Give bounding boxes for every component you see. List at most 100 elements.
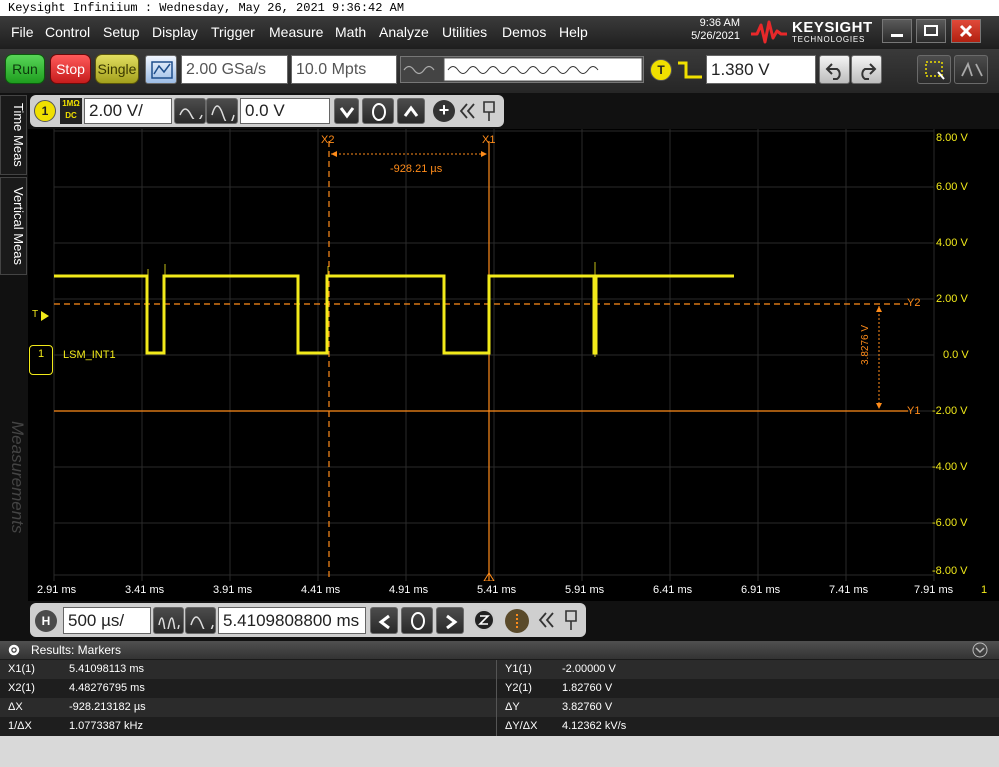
horizontal-badge[interactable]: H [35,610,57,632]
collapse-results-icon[interactable] [972,642,988,658]
stop-button[interactable]: Stop [50,54,91,84]
marker-x1-label[interactable]: X1 [482,134,495,146]
clock-time: 9:36 AM [699,17,740,29]
horizontal-position-field[interactable]: 5.4109808800 ms [218,607,366,634]
pin-icon[interactable] [481,100,497,122]
single-button[interactable]: Single [95,54,139,84]
minimize-button[interactable] [882,19,912,43]
brand-name: KEYSIGHT [792,19,873,36]
channel-1-ground-marker[interactable]: 1 [29,345,53,375]
close-button[interactable] [951,19,981,43]
tab-time-meas[interactable]: Time Meas [0,95,27,175]
autoscale-button[interactable] [145,55,177,84]
result-value: 1.0773387 kHz [69,720,143,732]
scale-fine-button[interactable] [206,98,238,124]
result-label: ΔY [505,701,520,713]
position-right-button[interactable] [436,607,464,634]
scale-coarse-button[interactable] [174,98,206,124]
menu-file[interactable]: File [11,24,34,40]
side-tab-strip [0,93,28,645]
menu-math[interactable]: Math [335,24,366,40]
tab-measurements[interactable]: Measurements [0,392,27,562]
menu-utilities[interactable]: Utilities [442,24,487,40]
timebase-fine-button[interactable] [185,607,216,634]
y-tick-label: -2.00 V [932,405,968,417]
marker-y1-label[interactable]: Y1 [907,405,920,417]
menu-setup[interactable]: Setup [103,24,140,40]
x-tick-label: 7.41 ms [829,584,869,596]
result-value: 4.48276795 ms [69,682,145,694]
memory-depth-field[interactable]: 10.0 Mpts [291,55,397,84]
y-tick-label: -4.00 V [932,461,968,473]
chevron-left-icon [378,614,390,630]
offset-down-button[interactable] [334,98,359,124]
trigger-level-field[interactable]: 1.380 V [706,55,816,84]
position-zero-button[interactable] [401,607,433,634]
collapse-double-chevron-icon[interactable] [458,101,476,121]
trigger-badge[interactable]: T [650,59,672,81]
waveform-graticule [53,129,935,581]
result-value: -2.00000 V [562,663,616,675]
result-label: Y2(1) [505,682,532,694]
channel-1-badge[interactable]: 1 [34,100,56,122]
channel-coupling[interactable]: 1MΩ DC [60,98,82,124]
results-empty-area [0,736,999,767]
maximize-button[interactable] [916,19,946,43]
trigger-level-marker[interactable]: T [32,309,52,323]
pin-icon[interactable] [563,609,579,631]
position-left-button[interactable] [370,607,398,634]
zero-icon [411,612,425,630]
y-tick-label: 0.0 V [943,349,969,361]
result-label: ΔY/ΔX [505,720,538,732]
chevron-right-icon [446,614,458,630]
trigger-marker-label: T [32,309,39,320]
undo-button[interactable] [819,55,850,84]
gear-icon[interactable] [7,643,21,657]
results-title: Results: Markers [31,643,122,657]
clock-date: 5/26/2021 [691,30,740,42]
result-label: 1/ΔX [8,720,32,732]
result-value: -928.213182 µs [69,701,146,713]
vertical-offset-field[interactable]: 0.0 V [240,98,330,124]
results-header [0,641,999,659]
offset-zero-button[interactable] [362,98,394,124]
menu-control[interactable]: Control [45,24,90,40]
offset-up-button[interactable] [397,98,425,124]
menu-measure[interactable]: Measure [269,24,323,40]
plus-icon: + [438,100,450,120]
collapse-double-chevron-icon[interactable] [537,610,555,630]
redo-button[interactable] [851,55,882,84]
marker-y2-label[interactable]: Y2 [907,297,920,309]
compress-wave-icon [158,617,180,629]
zoom-box-button[interactable] [917,55,951,84]
menu-display[interactable]: Display [152,24,198,40]
menu-help[interactable]: Help [559,24,588,40]
measure-tool-button[interactable] [954,55,988,84]
menu-analyze[interactable]: Analyze [379,24,429,40]
chevron-down-icon [339,107,355,119]
channel-marker-label: 1 [37,348,45,360]
x-tick-label: 2.91 ms [37,584,77,596]
result-value: 3.82760 V [562,701,613,713]
maximize-icon [924,25,938,36]
waveform-overview[interactable] [400,56,644,83]
vertical-scale-field[interactable]: 2.00 V/ [84,98,172,124]
menu-demos[interactable]: Demos [502,24,546,40]
horizontal-scale-field[interactable]: 500 µs/ [63,607,151,634]
window-title: Keysight Infiniium : Wednesday, May 26, … [0,0,999,16]
sample-rate-field[interactable]: 2.00 GSa/s [181,55,288,84]
delay-marker-button[interactable] [505,609,529,633]
sine-tall-icon [211,105,235,121]
timebase-coarse-button[interactable] [153,607,184,634]
coupling-label: DC [65,111,77,120]
tab-vertical-meas[interactable]: Vertical Meas [0,177,27,275]
sine-icon [179,108,203,119]
rising-edge-icon[interactable] [676,59,704,81]
run-button[interactable]: Run [5,54,45,84]
marker-x2-label[interactable]: X2 [321,134,334,146]
menu-trigger[interactable]: Trigger [211,24,255,40]
result-label: X1(1) [8,663,35,675]
zoom-button[interactable] [473,609,495,631]
x-tick-label: 5.91 ms [565,584,605,596]
add-channel-button[interactable]: + [433,100,455,122]
